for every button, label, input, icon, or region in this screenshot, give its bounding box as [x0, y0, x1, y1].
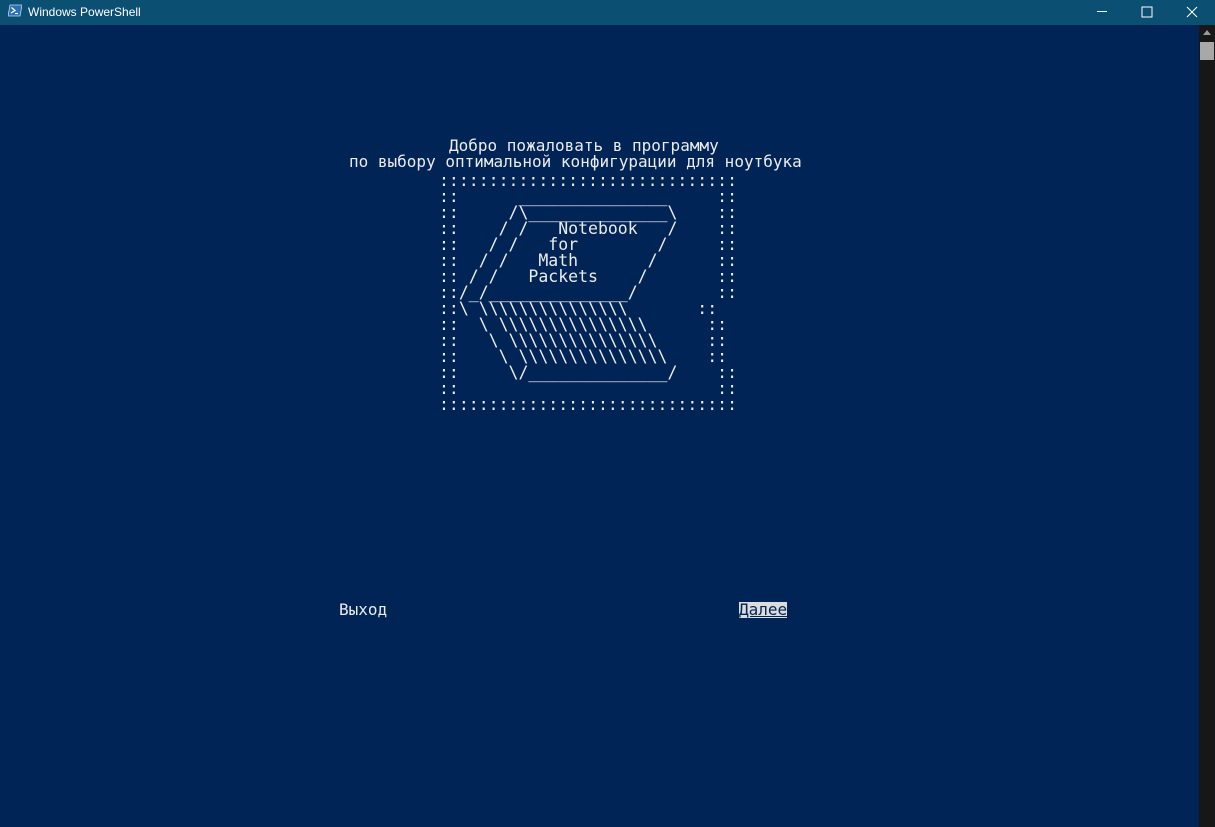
welcome-line-2: по выбору оптимальной конфигурации для н… [349, 152, 802, 171]
window-title: Windows PowerShell [28, 5, 141, 19]
minimize-button[interactable] [1079, 0, 1125, 25]
vertical-scrollbar[interactable] [1199, 25, 1215, 827]
close-button[interactable] [1169, 0, 1215, 25]
powershell-window: Windows PowerShell Добро пожаловать в пр… [0, 0, 1215, 827]
exit-button[interactable]: Выход [339, 602, 387, 618]
powershell-icon [7, 4, 23, 17]
maximize-button[interactable] [1124, 0, 1170, 25]
maximize-icon [1141, 6, 1153, 18]
console-area[interactable]: Добро пожаловать в программу по выбору о… [0, 25, 1199, 827]
next-button[interactable]: Далее [739, 602, 788, 618]
close-icon [1186, 6, 1198, 18]
notebook-logo-art: :::::::::::::::::::::::::::::: :: ______… [439, 171, 738, 414]
scrollbar-thumb[interactable] [1200, 42, 1214, 60]
minimize-icon [1097, 11, 1107, 12]
scroll-up-button[interactable] [1199, 25, 1215, 41]
title-bar[interactable]: Windows PowerShell [0, 0, 1215, 25]
chevron-up-icon [1203, 30, 1211, 35]
